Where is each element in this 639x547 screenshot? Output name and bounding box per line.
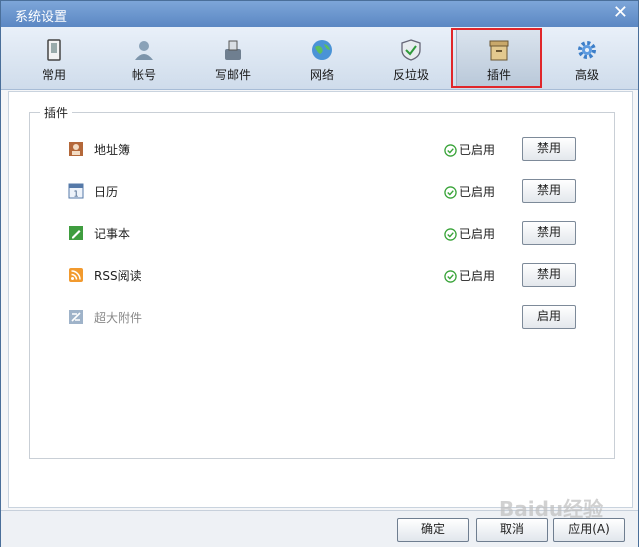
apply-button[interactable]: 应用(A) <box>553 518 625 542</box>
disable-button[interactable]: 禁用 <box>522 179 576 203</box>
window-title: 系统设置 <box>15 10 68 25</box>
plugin-name: 地址簿 <box>94 143 131 157</box>
status-badge: 已启用 <box>444 267 495 284</box>
tab-network[interactable]: 网络 <box>280 29 364 87</box>
status-badge: 已启用 <box>444 141 495 158</box>
status-text: 已启用 <box>459 227 496 241</box>
plugin-row-address-book: 地址簿 已启用 禁用 <box>68 137 608 161</box>
gear-icon <box>578 41 596 59</box>
plugin-row-large-attachment: 超大附件 启用 <box>68 305 608 329</box>
tab-label: 反垃圾 <box>392 68 429 82</box>
plugin-row-calendar: 1 日历 已启用 禁用 <box>68 179 608 203</box>
tab-label: 写邮件 <box>214 68 251 82</box>
plugins-panel: 插件 地址簿 已启用 禁用 1 日历 已启用 禁用 记事本 已启用 禁用 RSS… <box>8 91 633 508</box>
phone-icon <box>47 39 61 61</box>
disable-button[interactable]: 禁用 <box>522 263 576 287</box>
plugin-name: 超大附件 <box>94 311 143 325</box>
group-title: 插件 <box>40 104 73 121</box>
ok-button[interactable]: 确定 <box>397 518 469 542</box>
shield-icon <box>401 39 421 61</box>
user-icon <box>135 41 153 60</box>
enable-button[interactable]: 启用 <box>522 305 576 329</box>
check-circle-icon <box>444 228 457 241</box>
globe-icon <box>312 40 332 60</box>
plugin-row-rss: RSS阅读 已启用 禁用 <box>68 263 608 287</box>
check-circle-icon <box>444 186 457 199</box>
status-badge: 已启用 <box>444 225 495 242</box>
settings-window: 系统设置 ✕ 常用 帐号 写邮件 网络 反垃圾 插件 高级 插件 地址簿 已启用… <box>0 0 639 547</box>
check-circle-icon <box>444 144 457 157</box>
tab-label: 插件 <box>486 68 511 82</box>
tab-label: 帐号 <box>131 68 156 82</box>
close-icon[interactable]: ✕ <box>613 3 628 23</box>
plugins-group: 插件 地址簿 已启用 禁用 1 日历 已启用 禁用 记事本 已启用 禁用 RSS… <box>29 104 615 459</box>
plugin-name: 记事本 <box>94 227 131 241</box>
tab-plugins[interactable]: 插件 <box>456 29 542 87</box>
cancel-button[interactable]: 取消 <box>476 518 548 542</box>
status-badge: 已启用 <box>444 183 495 200</box>
plugin-row-notepad: 记事本 已启用 禁用 <box>68 221 608 245</box>
calendar-icon: 1 <box>68 183 84 199</box>
status-text: 已启用 <box>459 185 496 199</box>
rss-icon <box>69 268 83 282</box>
status-text: 已启用 <box>459 143 496 157</box>
tab-label: 网络 <box>309 68 334 82</box>
tab-compose[interactable]: 写邮件 <box>191 29 275 87</box>
dialog-footer: 确定 取消 应用(A) <box>1 510 638 547</box>
plugin-name: 日历 <box>94 185 119 199</box>
disable-button[interactable]: 禁用 <box>522 137 576 161</box>
svg-text:1: 1 <box>73 190 78 199</box>
title-bar: 系统设置 ✕ <box>1 1 638 27</box>
settings-tabs: 常用 帐号 写邮件 网络 反垃圾 插件 高级 <box>1 27 638 90</box>
address-book-icon <box>69 142 83 156</box>
tab-label: 常用 <box>41 68 66 82</box>
plugin-name: RSS阅读 <box>94 269 142 283</box>
tab-general[interactable]: 常用 <box>12 29 96 87</box>
tab-antispam[interactable]: 反垃圾 <box>369 29 453 87</box>
check-circle-icon <box>444 270 457 283</box>
tab-advanced[interactable]: 高级 <box>545 29 629 87</box>
compose-icon <box>225 40 241 60</box>
box-icon <box>489 40 509 61</box>
disable-button[interactable]: 禁用 <box>522 221 576 245</box>
tab-account[interactable]: 帐号 <box>102 29 186 87</box>
attachment-icon <box>69 310 83 324</box>
notepad-icon <box>69 226 83 240</box>
status-text: 已启用 <box>459 269 496 283</box>
tab-label: 高级 <box>574 68 599 82</box>
